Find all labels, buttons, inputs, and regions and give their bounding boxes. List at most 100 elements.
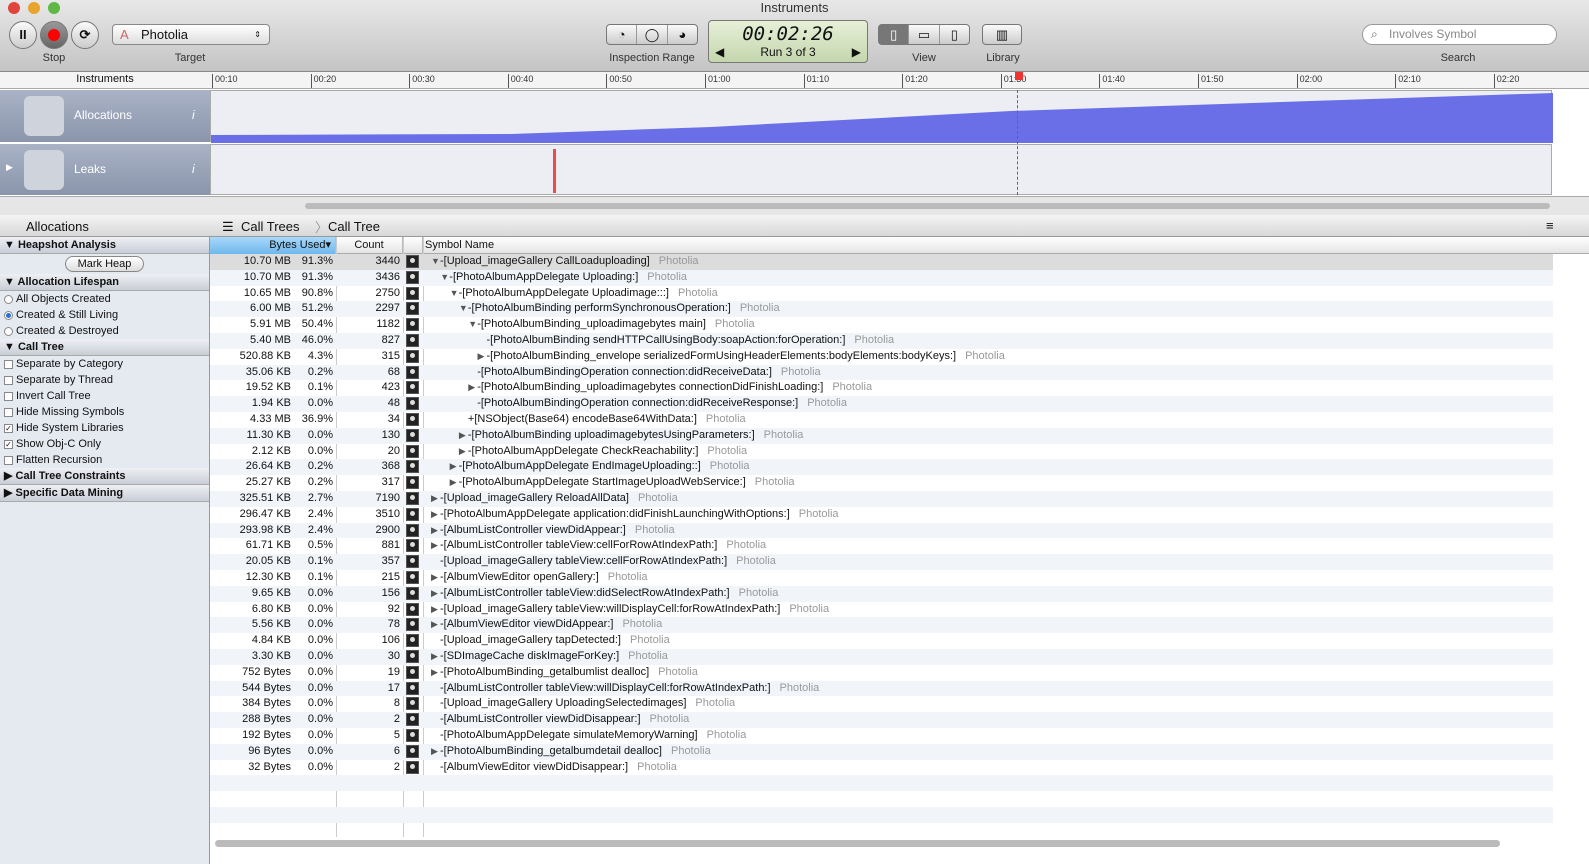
table-row[interactable]: 288 Bytes 0.0% 2 -[AlbumListController v… xyxy=(210,712,1553,728)
checkbox-icon[interactable]: ✓ xyxy=(4,423,13,433)
breadcrumb-call-trees[interactable]: Call Trees xyxy=(241,219,300,234)
table-row[interactable]: 20.05 KB 0.1% 357 -[Upload_imageGallery … xyxy=(210,554,1553,570)
table-row[interactable]: 12.30 KB 0.1% 215 ▶ -[AlbumViewEditor op… xyxy=(210,570,1553,586)
disclosure-triangle-icon[interactable]: ▶ xyxy=(431,649,438,665)
table-row[interactable]: 4.33 MB 36.9% 34 +[NSObject(Base64) enco… xyxy=(210,412,1553,428)
timeline-scrollbar[interactable] xyxy=(305,203,1550,209)
disclosure-triangle-icon[interactable]: ▶ xyxy=(450,459,457,475)
lifespan-radio[interactable]: All Objects Created xyxy=(0,291,209,307)
table-row[interactable]: 752 Bytes 0.0% 19 ▶ -[PhotoAlbumBinding_… xyxy=(210,665,1553,681)
mark-heap-button[interactable]: Mark Heap xyxy=(64,256,145,272)
radio-icon[interactable] xyxy=(4,310,13,320)
table-row[interactable]: 1.94 KB 0.0% 48 -[PhotoAlbumBindingOpera… xyxy=(210,396,1553,412)
view-center-icon[interactable]: ▭ xyxy=(909,25,940,44)
disclosure-triangle-icon[interactable]: ▼ xyxy=(468,317,477,333)
table-row[interactable]: 6.80 KB 0.0% 92 ▶ -[Upload_imageGallery … xyxy=(210,602,1553,618)
table-row[interactable]: 32 Bytes 0.0% 2 -[AlbumViewEditor viewDi… xyxy=(210,760,1553,776)
range-clear-icon[interactable]: ◯ xyxy=(637,25,668,44)
lifespan-radio[interactable]: Created & Still Living xyxy=(0,307,209,323)
checkbox-icon[interactable] xyxy=(4,455,13,465)
breadcrumb-call-tree[interactable]: Call Tree xyxy=(328,219,380,234)
table-row[interactable]: 10.70 MB 91.3% 3440 ▼ -[Upload_imageGall… xyxy=(210,254,1553,270)
disclosure-triangle-icon[interactable]: ▶ xyxy=(431,491,438,507)
table-row[interactable]: 2.12 KB 0.0% 20 ▶ -[PhotoAlbumAppDelegat… xyxy=(210,444,1553,460)
call-tree-checkbox[interactable]: ✓ Show Obj-C Only xyxy=(0,436,209,452)
table-row[interactable]: 26.64 KB 0.2% 368 ▶ -[PhotoAlbumAppDeleg… xyxy=(210,459,1553,476)
loop-icon[interactable]: ⟳ xyxy=(71,21,99,49)
allocations-graph[interactable] xyxy=(210,90,1553,143)
checkbox-icon[interactable] xyxy=(4,407,13,417)
table-row[interactable]: 520.88 KB 4.3% 315 ▶ -[PhotoAlbumBinding… xyxy=(210,349,1553,365)
column-bytes-used[interactable]: Bytes Used▾ xyxy=(210,237,336,254)
table-row[interactable]: 192 Bytes 0.0% 5 -[PhotoAlbumAppDelegate… xyxy=(210,728,1553,744)
track-leaks[interactable]: ▶ Leaks i xyxy=(0,144,210,195)
lifespan-radio[interactable]: Created & Destroyed xyxy=(0,323,209,339)
table-row[interactable]: 296.47 KB 2.4% 3510 ▶ -[PhotoAlbumAppDel… xyxy=(210,507,1553,523)
checkbox-icon[interactable] xyxy=(4,375,13,385)
table-row[interactable]: 19.52 KB 0.1% 423 ▶ -[PhotoAlbumBinding_… xyxy=(210,380,1553,396)
view-right-pane-icon[interactable]: ▯ xyxy=(940,25,969,44)
table-row[interactable]: 25.27 KB 0.2% 317 ▶ -[PhotoAlbumAppDeleg… xyxy=(210,475,1553,491)
table-row[interactable]: 325.51 KB 2.7% 7190 ▶ -[Upload_imageGall… xyxy=(210,490,1553,507)
table-row[interactable]: 384 Bytes 0.0% 8 -[Upload_imageGallery U… xyxy=(210,696,1553,712)
disclosure-triangle-icon[interactable]: ▼ xyxy=(450,286,459,302)
library-button[interactable]: ▥ xyxy=(982,24,1022,45)
table-row[interactable]: 35.06 KB 0.2% 68 -[PhotoAlbumBindingOper… xyxy=(210,364,1553,381)
inspection-range-control[interactable]: ◔ ◯ ◕ xyxy=(606,24,698,45)
disclosure-triangle-icon[interactable]: ▶ xyxy=(431,523,438,539)
call-tree-checkbox[interactable]: Separate by Category xyxy=(0,356,209,372)
disclosure-triangle-icon[interactable]: ▶ xyxy=(431,602,438,618)
section-lifespan[interactable]: ▼ Allocation Lifespan xyxy=(0,274,209,291)
call-tree-checkbox[interactable]: Flatten Recursion xyxy=(0,452,209,468)
search-input[interactable]: ⌕ Involves Symbol xyxy=(1362,24,1557,45)
radio-icon[interactable] xyxy=(4,294,13,304)
leaks-graph[interactable] xyxy=(210,144,1552,195)
table-row[interactable]: 10.70 MB 91.3% 3436 ▼ -[PhotoAlbumAppDel… xyxy=(210,269,1553,286)
playhead-marker[interactable] xyxy=(1015,72,1023,80)
minimize-button[interactable] xyxy=(28,2,40,14)
close-button[interactable] xyxy=(8,2,20,14)
table-row[interactable]: 544 Bytes 0.0% 17 -[AlbumListController … xyxy=(210,680,1553,697)
record-stop-button[interactable] xyxy=(40,21,68,49)
next-run-icon[interactable]: ▶ xyxy=(852,45,861,59)
checkbox-icon[interactable] xyxy=(4,359,13,369)
view-control[interactable]: ▯ ▭ ▯ xyxy=(878,24,970,45)
table-row[interactable]: 9.65 KB 0.0% 156 ▶ -[AlbumListController… xyxy=(210,585,1553,602)
table-row[interactable]: 11.30 KB 0.0% 130 ▶ -[PhotoAlbumBinding … xyxy=(210,427,1553,444)
track-allocations[interactable]: Allocations i xyxy=(0,90,210,142)
disclosure-triangle-icon[interactable]: ▼ xyxy=(459,301,468,317)
disclosure-triangle-icon[interactable]: ▶ xyxy=(478,349,485,365)
checkbox-icon[interactable]: ✓ xyxy=(4,439,13,449)
horizontal-scrollbar[interactable] xyxy=(215,840,1500,847)
table-row[interactable]: 293.98 KB 2.4% 2900 ▶ -[AlbumListControl… xyxy=(210,522,1553,539)
table-row[interactable]: 96 Bytes 0.0% 6 ▶ -[PhotoAlbumBinding_ge… xyxy=(210,743,1553,760)
section-call-tree[interactable]: ▼ Call Tree xyxy=(0,339,209,356)
disclosure-triangle-icon[interactable]: ▶ xyxy=(431,744,438,760)
section-heapshot[interactable]: ▼ Heapshot Analysis xyxy=(0,237,209,254)
disclosure-triangle-icon[interactable]: ▶ xyxy=(459,444,466,460)
table-row[interactable]: 10.65 MB 90.8% 2750 ▼ -[PhotoAlbumAppDel… xyxy=(210,286,1553,302)
column-count[interactable]: Count xyxy=(336,237,403,254)
disclosure-triangle-icon[interactable]: ▼ xyxy=(431,254,440,270)
target-select[interactable]: A Photolia ⇕ xyxy=(112,24,270,45)
section-data-mining[interactable]: ▶ Specific Data Mining xyxy=(0,485,209,502)
prev-run-icon[interactable]: ◀ xyxy=(715,45,724,59)
disclosure-triangle-icon[interactable]: ▼ xyxy=(440,270,449,286)
view-left-pane-icon[interactable]: ▯ xyxy=(879,25,910,44)
table-row[interactable]: 5.91 MB 50.4% 1182 ▼ -[PhotoAlbumBinding… xyxy=(210,317,1553,333)
disclosure-triangle-icon[interactable]: ▶ xyxy=(431,570,438,586)
instrument-selector[interactable]: Allocations xyxy=(26,219,89,234)
table-row[interactable]: 5.40 MB 46.0% 827 -[PhotoAlbumBinding se… xyxy=(210,332,1553,349)
table-row[interactable]: 6.00 MB 51.2% 2297 ▼ -[PhotoAlbumBinding… xyxy=(210,301,1553,318)
checkbox-icon[interactable] xyxy=(4,391,13,401)
table-row[interactable]: 5.56 KB 0.0% 78 ▶ -[AlbumViewEditor view… xyxy=(210,617,1553,634)
disclosure-triangle-icon[interactable]: ▶ xyxy=(431,586,438,602)
section-constraints[interactable]: ▶ Call Tree Constraints xyxy=(0,468,209,485)
leak-marker[interactable] xyxy=(553,149,556,193)
info-icon[interactable]: i xyxy=(192,162,195,176)
call-tree-checkbox[interactable]: ✓ Hide System Libraries xyxy=(0,420,209,436)
disclosure-triangle-icon[interactable]: ▶ xyxy=(431,507,438,523)
disclosure-triangle-icon[interactable]: ▶ xyxy=(431,617,438,633)
call-tree-checkbox[interactable]: Invert Call Tree xyxy=(0,388,209,404)
menu-icon[interactable]: ≡ xyxy=(1546,218,1554,233)
